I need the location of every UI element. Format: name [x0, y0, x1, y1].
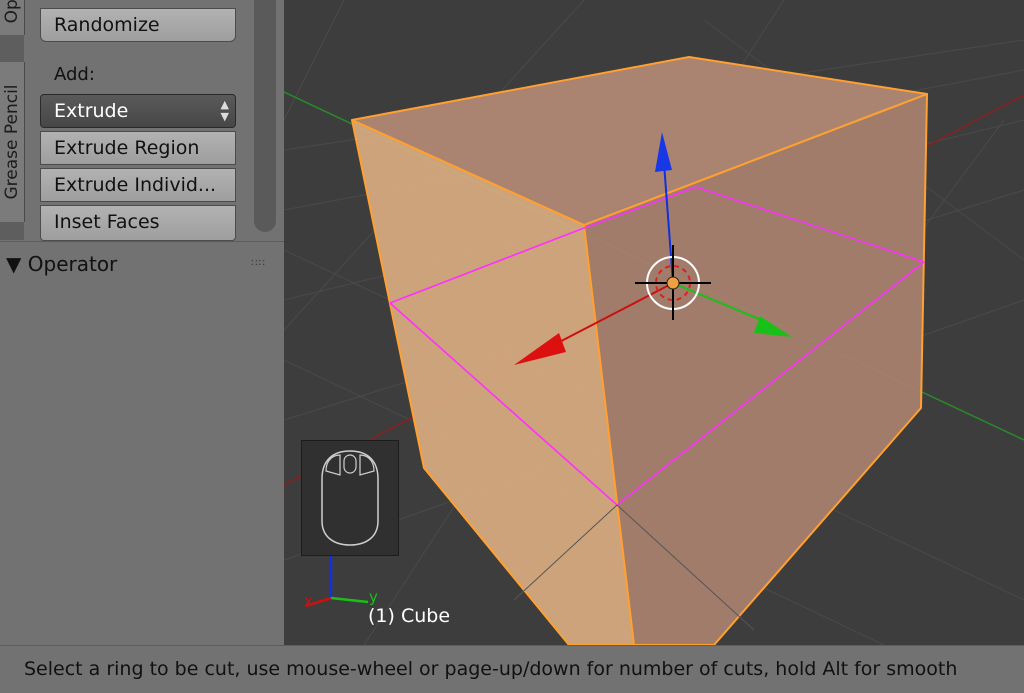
- status-bar: Select a ring to be cut, use mouse-wheel…: [0, 645, 1024, 693]
- status-hint-text: Select a ring to be cut, use mouse-wheel…: [24, 658, 958, 680]
- extrude-select-value: Extrude: [54, 100, 129, 122]
- mouse-hint: [301, 440, 399, 556]
- tool-shelf-scrollbar[interactable]: [254, 0, 276, 232]
- tab-options-label: Opt: [2, 0, 22, 23]
- 3d-viewport[interactable]: z y x (1) Cube: [284, 0, 1024, 645]
- triangle-down-icon: ▼: [6, 252, 22, 276]
- randomize-button[interactable]: Randomize: [40, 8, 236, 42]
- axis-label-y: y: [369, 588, 378, 606]
- tab-grease-pencil[interactable]: Grease Pencil: [0, 62, 25, 222]
- inset-faces-button-label: Inset Faces: [54, 211, 160, 233]
- extrude-region-button-label: Extrude Region: [54, 137, 200, 159]
- extrude-region-button[interactable]: Extrude Region: [40, 131, 236, 165]
- mouse-icon: [321, 450, 379, 546]
- active-object-label: (1) Cube: [368, 605, 451, 627]
- cube[interactable]: [351, 56, 928, 645]
- extrude-individual-button[interactable]: Extrude Individ...: [40, 168, 236, 202]
- extrude-select[interactable]: Extrude ▲ ▼: [40, 94, 236, 128]
- extrude-individual-button-label: Extrude Individ...: [54, 174, 217, 196]
- tab-options[interactable]: Opt: [0, 0, 25, 35]
- add-label: Add:: [54, 64, 95, 85]
- operator-panel: ▼ Operator ∷∷: [0, 241, 284, 646]
- operator-panel-header[interactable]: ▼ Operator: [6, 252, 117, 276]
- randomize-button-label: Randomize: [54, 14, 160, 36]
- tool-shelf: Opt Grease Pencil Randomize Add: Extrude…: [0, 0, 284, 646]
- inset-faces-button[interactable]: Inset Faces: [40, 205, 236, 241]
- tab-grease-pencil-label: Grease Pencil: [2, 84, 22, 200]
- tool-shelf-tabs: Opt Grease Pencil: [0, 0, 25, 240]
- axis-label-x: x: [304, 592, 313, 610]
- updown-arrows-icon: ▲ ▼: [220, 98, 229, 123]
- operator-label: Operator: [27, 252, 118, 276]
- drag-grip-icon[interactable]: ∷∷: [251, 258, 266, 269]
